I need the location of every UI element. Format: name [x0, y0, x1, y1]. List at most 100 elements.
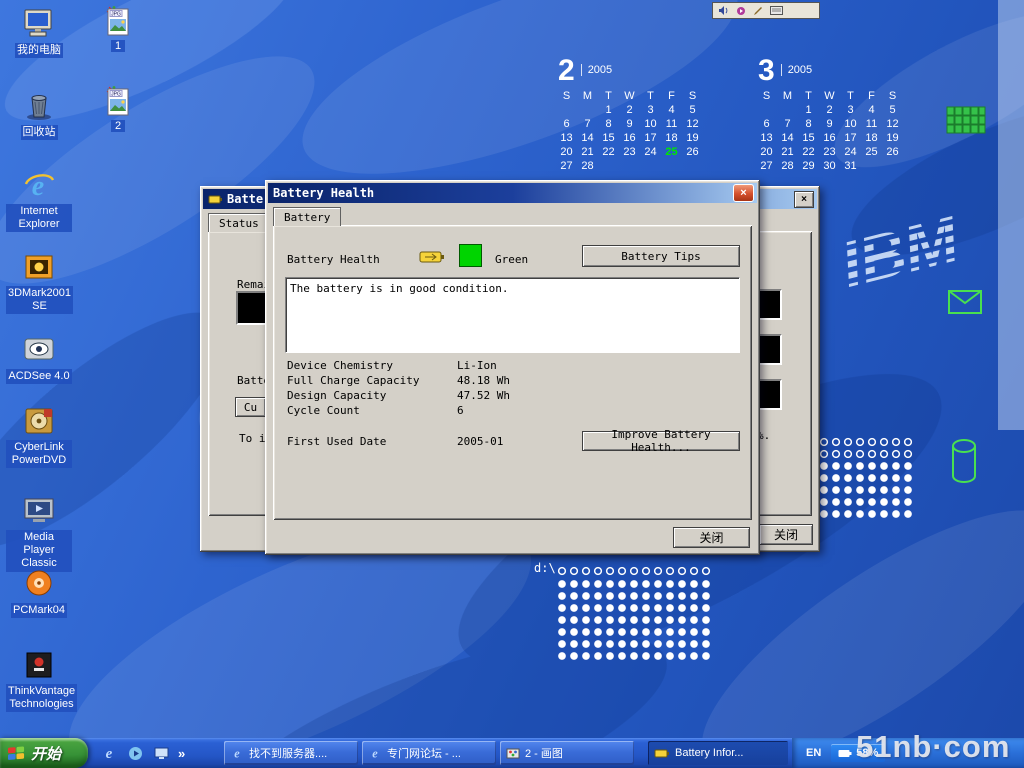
calendar-day: 15: [798, 131, 819, 145]
media-player-quicklaunch-icon[interactable]: [126, 744, 144, 762]
powerdvd-icon: [22, 404, 56, 438]
calendar-day: 17: [640, 131, 661, 145]
battery-window-icon: [208, 194, 223, 205]
quick-launch-overflow[interactable]: »: [178, 746, 185, 761]
desktop: IBM d:\ 22005SMTWTFS12345678910111213141…: [0, 0, 1024, 768]
close-button-info[interactable]: 关闭: [759, 524, 813, 545]
calendar-day: 22: [598, 145, 619, 159]
start-label: 开始: [31, 743, 61, 764]
calendar-month-number: 3: [758, 56, 775, 86]
taskbar-task-4[interactable]: Battery Infor...: [648, 741, 788, 765]
cu-button[interactable]: Cu: [235, 397, 266, 417]
calendar-day: [577, 103, 598, 117]
desktop-icon-powerdvd[interactable]: CyberLink PowerDVD: [6, 404, 72, 468]
calendar-day: 4: [861, 103, 882, 117]
close-icon[interactable]: ×: [733, 184, 754, 202]
desktop-icon-media-player-classic[interactable]: Media Player Classic: [6, 494, 72, 572]
ie-quicklaunch-icon[interactable]: e: [100, 744, 118, 762]
calendar-day: 11: [661, 117, 682, 131]
calendar-day: 3: [840, 103, 861, 117]
calendar-day: [777, 103, 798, 117]
taskbar-task-1[interactable]: e找不到服务器....: [224, 741, 358, 765]
calendar-day: 12: [682, 117, 703, 131]
battery-health-titlebar[interactable]: Battery Health ×: [268, 183, 757, 203]
volume-icon[interactable]: [718, 5, 729, 16]
calendar-day-header: S: [756, 89, 777, 103]
info-row: Device ChemistryLi-Ion: [273, 359, 752, 372]
thinkvantage-icon: [22, 648, 56, 682]
calendar-day: 24: [840, 145, 861, 159]
tab-battery[interactable]: Battery: [273, 207, 341, 226]
desktop-icon-label: 回收站: [21, 125, 58, 140]
info-row: Design Capacity47.52 Wh: [273, 389, 752, 402]
calendar-day: [861, 159, 882, 173]
desktop-file-1[interactable]: JPG1: [92, 4, 144, 54]
calendar-day: [598, 159, 619, 173]
jpg-file-icon: JPG: [103, 84, 133, 116]
desktop-icon-pcmark[interactable]: PCMark04: [6, 566, 72, 618]
desktop-icon-internet-explorer[interactable]: eInternet Explorer: [6, 168, 72, 232]
desktop-icon-recycle-bin[interactable]: 回收站: [6, 88, 72, 140]
calendar-day: 7: [577, 117, 598, 131]
desktop-icon-thinkvantage[interactable]: ThinkVantage Technologies: [6, 648, 72, 712]
calendar-day-header: T: [798, 89, 819, 103]
quick-launch: e »: [94, 738, 191, 768]
desktop-icon-label: ThinkVantage Technologies: [6, 684, 77, 712]
calendar-day: 25: [861, 145, 882, 159]
calendar-day: 19: [882, 131, 903, 145]
battery-health-dialog[interactable]: Battery Health × Battery Battery Health …: [265, 180, 760, 555]
calendar-day: 4: [661, 103, 682, 117]
calendar-2005-2: 22005SMTWTFS1234567891011121314151617181…: [556, 56, 716, 173]
calendar-day: 28: [577, 159, 598, 173]
calendar-day: 17: [840, 131, 861, 145]
battery-tips-button[interactable]: Battery Tips: [582, 245, 740, 267]
desktop-icon-label: PCMark04: [11, 603, 67, 618]
taskbar-task-2[interactable]: e专门网论坛 - ...: [362, 741, 496, 765]
battery-tray-indicator[interactable]: 58%: [831, 744, 885, 762]
show-desktop-quicklaunch-icon[interactable]: [152, 744, 170, 762]
desktop-icon-label: 3DMark2001 SE: [6, 286, 73, 314]
calendar-day: 1: [798, 103, 819, 117]
taskbar-task-3[interactable]: 2 - 画图: [500, 741, 634, 765]
start-button[interactable]: 开始: [0, 738, 88, 768]
info-row: Cycle Count6: [273, 404, 752, 417]
battery-health-title: Battery Health: [273, 186, 374, 200]
language-bar[interactable]: [712, 2, 820, 19]
calendar-day: 24: [640, 145, 661, 159]
calendar-day: 28: [777, 159, 798, 173]
acdsee-icon: [22, 332, 56, 366]
improve-battery-health-button[interactable]: Improve Battery Health...: [582, 431, 740, 451]
tab-status[interactable]: Status: [208, 213, 270, 232]
calendar-day: [882, 159, 903, 173]
calendar-day: 25: [661, 145, 682, 159]
desktop-icon-label: 我的电脑: [15, 43, 63, 58]
calendar-day: 1: [598, 103, 619, 117]
calendar-day-header: W: [619, 89, 640, 103]
condition-textbox[interactable]: The battery is in good condition.: [285, 277, 740, 353]
calendar-day: 23: [819, 145, 840, 159]
desktop-icon-acdsee[interactable]: ACDSee 4.0: [6, 332, 72, 384]
desktop-icon-threedmark[interactable]: 3DMark2001 SE: [6, 250, 72, 314]
task-label: Battery Infor...: [675, 747, 743, 759]
close-button-health[interactable]: 关闭: [673, 527, 750, 548]
svg-text:JPG: JPG: [111, 12, 121, 18]
desktop-file-2[interactable]: JPG2: [92, 84, 144, 134]
svg-text:JPG: JPG: [111, 92, 121, 98]
calendar-day: 15: [598, 131, 619, 145]
language-indicator[interactable]: EN: [806, 747, 821, 759]
grid-icon: [946, 106, 986, 136]
media-icon[interactable]: [736, 6, 746, 16]
envelope-icon: [948, 290, 982, 314]
jpg-file-icon: JPG: [103, 4, 133, 36]
pen-icon[interactable]: [753, 6, 763, 16]
battery-icon: [419, 249, 446, 265]
calendar-day-header: F: [861, 89, 882, 103]
close-icon[interactable]: ×: [794, 191, 814, 208]
dot-grid-right-rings: [818, 436, 914, 460]
keyboard-icon[interactable]: [770, 6, 783, 15]
calendar-day: 16: [619, 131, 640, 145]
calendar-day-header: T: [840, 89, 861, 103]
desktop-icon-my-computer[interactable]: 我的电脑: [6, 6, 72, 58]
info-value: 6: [457, 404, 464, 417]
calendar-day: 10: [640, 117, 661, 131]
